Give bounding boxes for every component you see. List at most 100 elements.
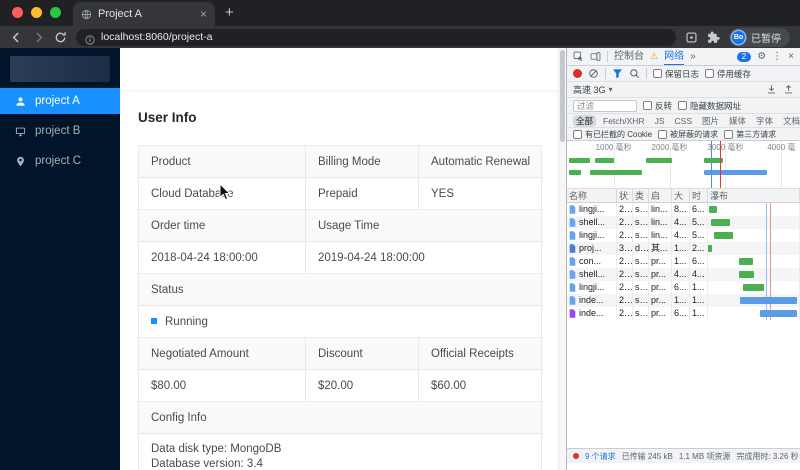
import-har-icon[interactable] bbox=[766, 84, 777, 95]
invert-filter-checkbox[interactable]: 反转 bbox=[643, 100, 672, 112]
new-tab-button[interactable]: + bbox=[225, 5, 234, 20]
file-icon bbox=[569, 205, 576, 214]
overview-bar bbox=[590, 170, 642, 175]
profile-sync-paused-button[interactable]: Bo 已暂停 bbox=[729, 27, 790, 47]
filter-chip[interactable]: JS bbox=[652, 115, 668, 127]
page-scrollbar[interactable] bbox=[558, 48, 566, 470]
filter-chip[interactable]: 文档 bbox=[780, 115, 800, 127]
network-request-row[interactable]: lingji... 2... s... lin... 8... 6... bbox=[567, 203, 800, 216]
network-request-row[interactable]: proj... 3... d... 其... 1... 2... bbox=[567, 242, 800, 255]
page-content: project A project B project C User Info bbox=[0, 48, 800, 470]
waterfall-bar bbox=[710, 219, 730, 226]
filter-funnel-icon[interactable] bbox=[612, 68, 623, 79]
network-request-row[interactable]: inde... 2... s... pr... 1... 1... bbox=[567, 294, 800, 307]
clear-network-log-icon[interactable] bbox=[588, 68, 599, 79]
table-cell: Discount bbox=[305, 337, 419, 370]
waterfall-bar bbox=[739, 297, 798, 304]
filter-chip[interactable]: 媒体 bbox=[726, 115, 749, 127]
browser-tab[interactable]: Project A × bbox=[73, 2, 215, 26]
checkbox-icon bbox=[653, 69, 662, 78]
device-toolbar-icon[interactable] bbox=[590, 51, 601, 62]
toolbar-actions: Bo 已暂停 bbox=[685, 27, 790, 47]
close-devtools-icon[interactable]: × bbox=[788, 51, 794, 62]
inspect-element-icon[interactable] bbox=[573, 51, 584, 62]
reload-button[interactable] bbox=[54, 31, 67, 44]
column-header[interactable]: 大 bbox=[672, 189, 690, 202]
disable-cache-checkbox[interactable]: 停用缓存 bbox=[705, 68, 751, 80]
table-row: Config Info bbox=[138, 401, 542, 434]
table-row: Running bbox=[138, 305, 542, 338]
sidebar-item-label: project C bbox=[35, 155, 82, 167]
blocked-requests-checkbox[interactable]: 被屏蔽的请求 bbox=[658, 129, 718, 140]
sidebar-item-project-c[interactable]: project C bbox=[0, 148, 120, 174]
settings-gear-icon[interactable]: ⚙ bbox=[757, 51, 766, 62]
extension-icon[interactable] bbox=[685, 31, 698, 44]
issues-badge[interactable]: 2 bbox=[736, 51, 752, 62]
more-tabs-icon[interactable]: » bbox=[690, 51, 696, 62]
scrollbar-thumb[interactable] bbox=[560, 50, 565, 142]
network-overview-timeline[interactable]: 1000 毫秒 2000 毫秒 3000 毫秒 4000 毫 bbox=[567, 141, 800, 189]
tab-console[interactable]: 控制台 bbox=[614, 48, 644, 65]
column-header[interactable]: 类 bbox=[633, 189, 649, 202]
filter-chip[interactable]: 字体 bbox=[753, 115, 776, 127]
window-minimize-button[interactable] bbox=[31, 7, 42, 18]
network-request-row[interactable]: con... 2... s... pr... 1... 6... bbox=[567, 255, 800, 268]
export-har-icon[interactable] bbox=[783, 84, 794, 95]
extensions-puzzle-icon[interactable] bbox=[707, 31, 720, 44]
window-maximize-button[interactable] bbox=[50, 7, 61, 18]
column-header[interactable]: 名称 bbox=[567, 189, 617, 202]
network-request-row[interactable]: shell... 2... s... lin... 4... 5... bbox=[567, 216, 800, 229]
throttling-select[interactable]: 高速 3G ▾ bbox=[573, 83, 613, 96]
app-logo bbox=[10, 56, 110, 82]
file-icon bbox=[569, 309, 576, 318]
waterfall-bar bbox=[714, 232, 734, 239]
preserve-log-checkbox[interactable]: 保留日志 bbox=[653, 68, 699, 80]
hide-data-urls-checkbox[interactable]: 隐藏数据网址 bbox=[678, 100, 741, 112]
window-close-button[interactable] bbox=[12, 7, 23, 18]
filter-chip-all[interactable]: 全部 bbox=[573, 114, 597, 127]
column-header[interactable]: 时 bbox=[690, 189, 708, 202]
site-info-icon[interactable] bbox=[85, 32, 95, 45]
network-request-row[interactable]: shell... 2... s... pr... 4... 4... bbox=[567, 268, 800, 281]
recording-indicator bbox=[573, 453, 579, 459]
filter-chip[interactable]: Fetch/XHR bbox=[600, 115, 648, 127]
table-cell: YES bbox=[418, 177, 542, 210]
column-header[interactable]: 状 bbox=[617, 189, 633, 202]
overview-bar bbox=[569, 170, 581, 175]
back-button[interactable] bbox=[10, 31, 23, 44]
filter-chip[interactable]: 图片 bbox=[699, 115, 722, 127]
blocked-cookies-checkbox[interactable]: 有已拦截的 Cookie bbox=[573, 129, 652, 140]
table-row: Negotiated Amount Discount Official Rece… bbox=[138, 337, 542, 370]
network-request-row[interactable]: lingji... 2... s... pr... 6... 1... bbox=[567, 281, 800, 294]
tab-strip: Project A × + bbox=[0, 0, 800, 26]
more-options-icon[interactable]: ⋮ bbox=[772, 51, 782, 62]
forward-button[interactable] bbox=[32, 31, 45, 44]
table-cell: Automatic Renewal bbox=[418, 145, 542, 178]
sidebar-item-project-b[interactable]: project B bbox=[0, 118, 120, 144]
network-filter-input[interactable] bbox=[573, 99, 637, 112]
column-header[interactable]: 启 bbox=[649, 189, 672, 202]
filter-chip[interactable]: CSS bbox=[672, 115, 695, 127]
column-header[interactable]: 瀑布 bbox=[708, 189, 800, 202]
third-party-requests-checkbox[interactable]: 第三方请求 bbox=[724, 129, 776, 140]
record-network-log-icon[interactable] bbox=[573, 69, 582, 78]
network-request-row[interactable]: lingji... 2... s... lin... 4... 5... bbox=[567, 229, 800, 242]
file-icon bbox=[569, 296, 576, 305]
table-cell: Usage Time bbox=[305, 209, 542, 242]
checkbox-icon bbox=[705, 69, 715, 78]
overview-bar bbox=[704, 170, 768, 175]
address-bar[interactable]: localhost:8060/project-a bbox=[76, 28, 676, 46]
search-icon[interactable] bbox=[629, 68, 640, 79]
tab-title: Project A bbox=[98, 8, 143, 20]
devtools-status-bar: 9 个请求 已传输 245 kB 1.1 MB 项资源 完成用时: 3.26 秒 bbox=[567, 448, 800, 463]
config-line: Database version: 3.4 bbox=[151, 458, 263, 470]
browser-window: Project A × + localhost:8060/project-a B… bbox=[0, 0, 800, 470]
tab-close-icon[interactable]: × bbox=[200, 8, 207, 20]
ruler-label: 1000 毫秒 bbox=[595, 143, 632, 152]
app-sidebar: project A project B project C bbox=[0, 48, 120, 470]
tab-network[interactable]: 网络 bbox=[664, 48, 685, 65]
network-request-row[interactable]: inde... 2... s... pr... 6... 1... bbox=[567, 307, 800, 320]
ruler-label: 4000 毫 bbox=[767, 143, 796, 152]
checkbox-icon bbox=[678, 101, 688, 110]
sidebar-item-project-a[interactable]: project A bbox=[0, 88, 120, 114]
